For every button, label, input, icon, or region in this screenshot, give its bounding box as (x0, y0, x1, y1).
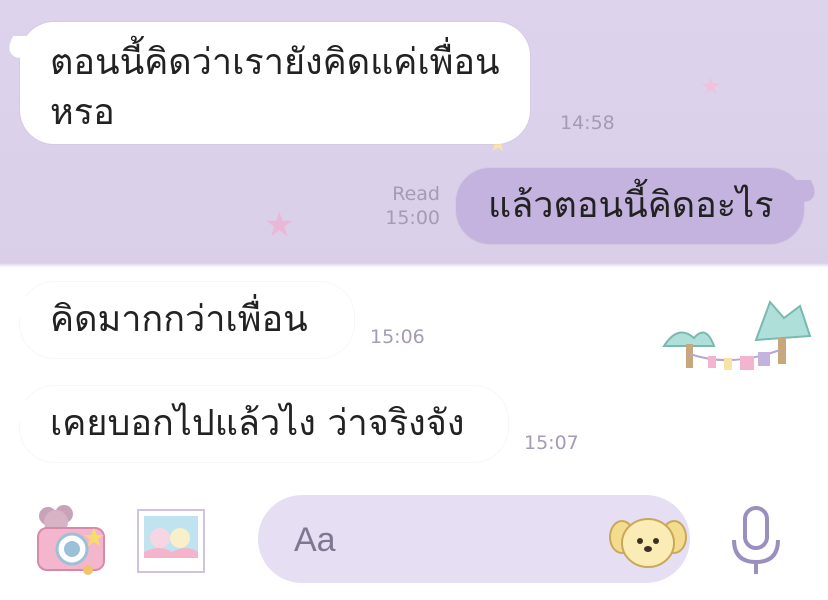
outgoing-message-bubble[interactable]: แล้วตอนนี้คิดอะไร (456, 168, 822, 244)
incoming-message-bubble[interactable]: เคยบอกไปแล้วไง ว่าจริงจัง (2, 386, 508, 462)
trees-decoration-icon (662, 300, 812, 370)
star-decoration-icon: ★ (700, 72, 722, 100)
camera-button[interactable] (30, 504, 114, 576)
message-timestamp: 14:58 (560, 112, 615, 134)
message-timestamp: 15:07 (524, 432, 579, 454)
chat-area: ★ ★ ★ ตอนนี้คิดว่าเรายังคิดแค่เพื่อน หรอ… (0, 0, 828, 478)
read-receipt: Read 15:00 (370, 182, 440, 230)
microphone-button[interactable] (724, 502, 788, 578)
message-timestamp: 15:00 (385, 207, 440, 229)
message-input[interactable] (292, 517, 596, 563)
incoming-message-bubble[interactable]: คิดมากกว่าเพื่อน (2, 282, 354, 358)
star-decoration-icon: ★ (264, 205, 295, 245)
message-text: ตอนนี้คิดว่าเรายังคิดแค่เพื่อน หรอ (50, 42, 500, 133)
message-input-bar (0, 478, 828, 600)
message-input-field[interactable] (258, 495, 690, 583)
read-status: Read (392, 183, 440, 205)
microphone-icon (732, 506, 780, 574)
camera-icon (37, 505, 105, 575)
incoming-message-bubble[interactable]: ตอนนี้คิดว่าเรายังคิดแค่เพื่อน หรอ (2, 22, 530, 144)
message-text: เคยบอกไปแล้วไง ว่าจริงจัง (50, 403, 465, 444)
message-timestamp: 15:06 (370, 326, 425, 348)
photo-album-button[interactable] (136, 508, 206, 574)
message-text: คิดมากกว่าเพื่อน (50, 299, 308, 340)
photo-album-icon (137, 509, 205, 573)
message-text: แล้วตอนนี้คิดอะไร (488, 185, 774, 226)
sticker-dog-icon[interactable] (608, 511, 688, 571)
